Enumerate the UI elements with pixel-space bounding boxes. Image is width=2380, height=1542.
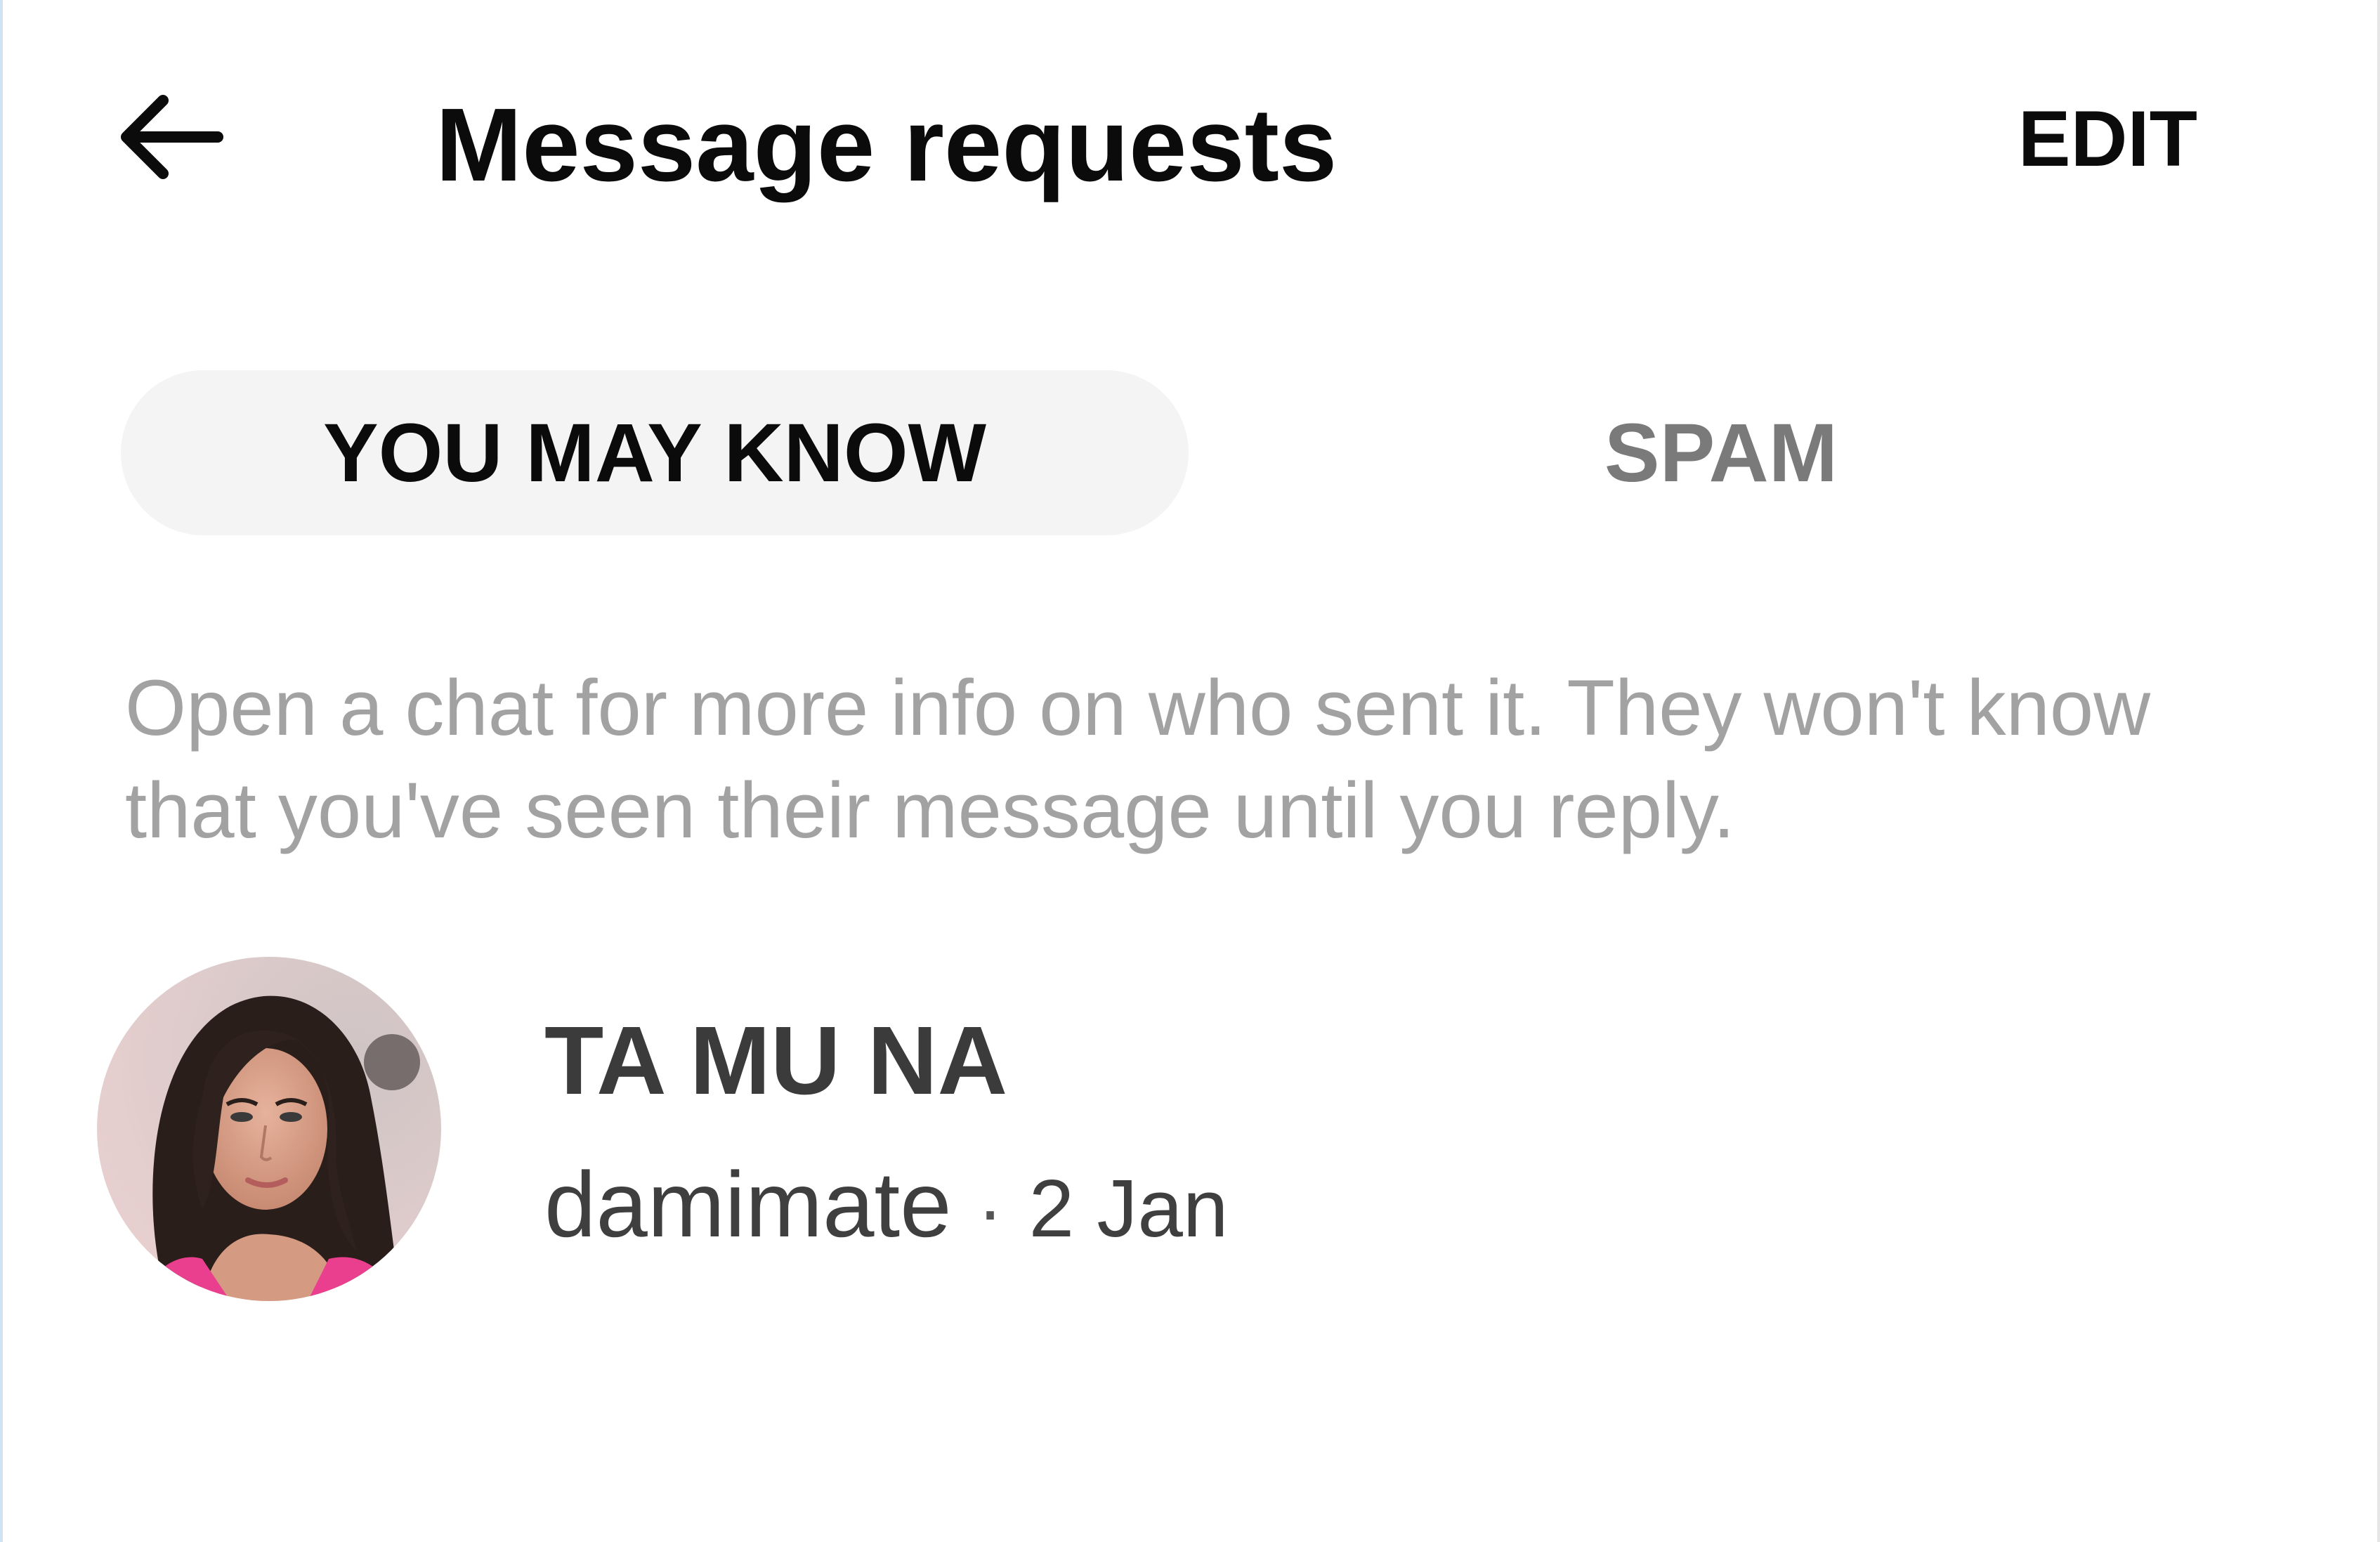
edit-button[interactable]: EDIT [2018, 90, 2197, 188]
tab-label: YOU MAY KNOW [322, 406, 987, 499]
right-edge [2377, 0, 2380, 1542]
message-date: 2 Jan [1028, 1163, 1229, 1254]
arrow-left-icon [121, 95, 223, 179]
separator: · [977, 1167, 1003, 1253]
info-text: Open a chat for more info on who sent it… [125, 664, 2151, 854]
avatar[interactable] [97, 957, 441, 1301]
sender-name: TA MU NA [544, 1007, 1008, 1115]
page-title: Message requests [436, 87, 1338, 203]
back-button[interactable] [105, 77, 232, 197]
tab-spam[interactable]: SPAM [1405, 370, 2037, 535]
profile-photo [97, 957, 441, 1301]
message-meta: damimate · 2 Jan [544, 1152, 1228, 1263]
message-preview: damimate [544, 1153, 952, 1256]
tab-label: SPAM [1604, 406, 1838, 499]
tab-you-may-know[interactable]: YOU MAY KNOW [121, 370, 1189, 535]
left-edge [0, 0, 3, 1542]
list-item[interactable]: TA MU NA damimate · 2 Jan [84, 948, 2297, 1314]
message-requests-screen: Message requests EDIT YOU MAY KNOW SPAM … [0, 0, 2380, 1542]
